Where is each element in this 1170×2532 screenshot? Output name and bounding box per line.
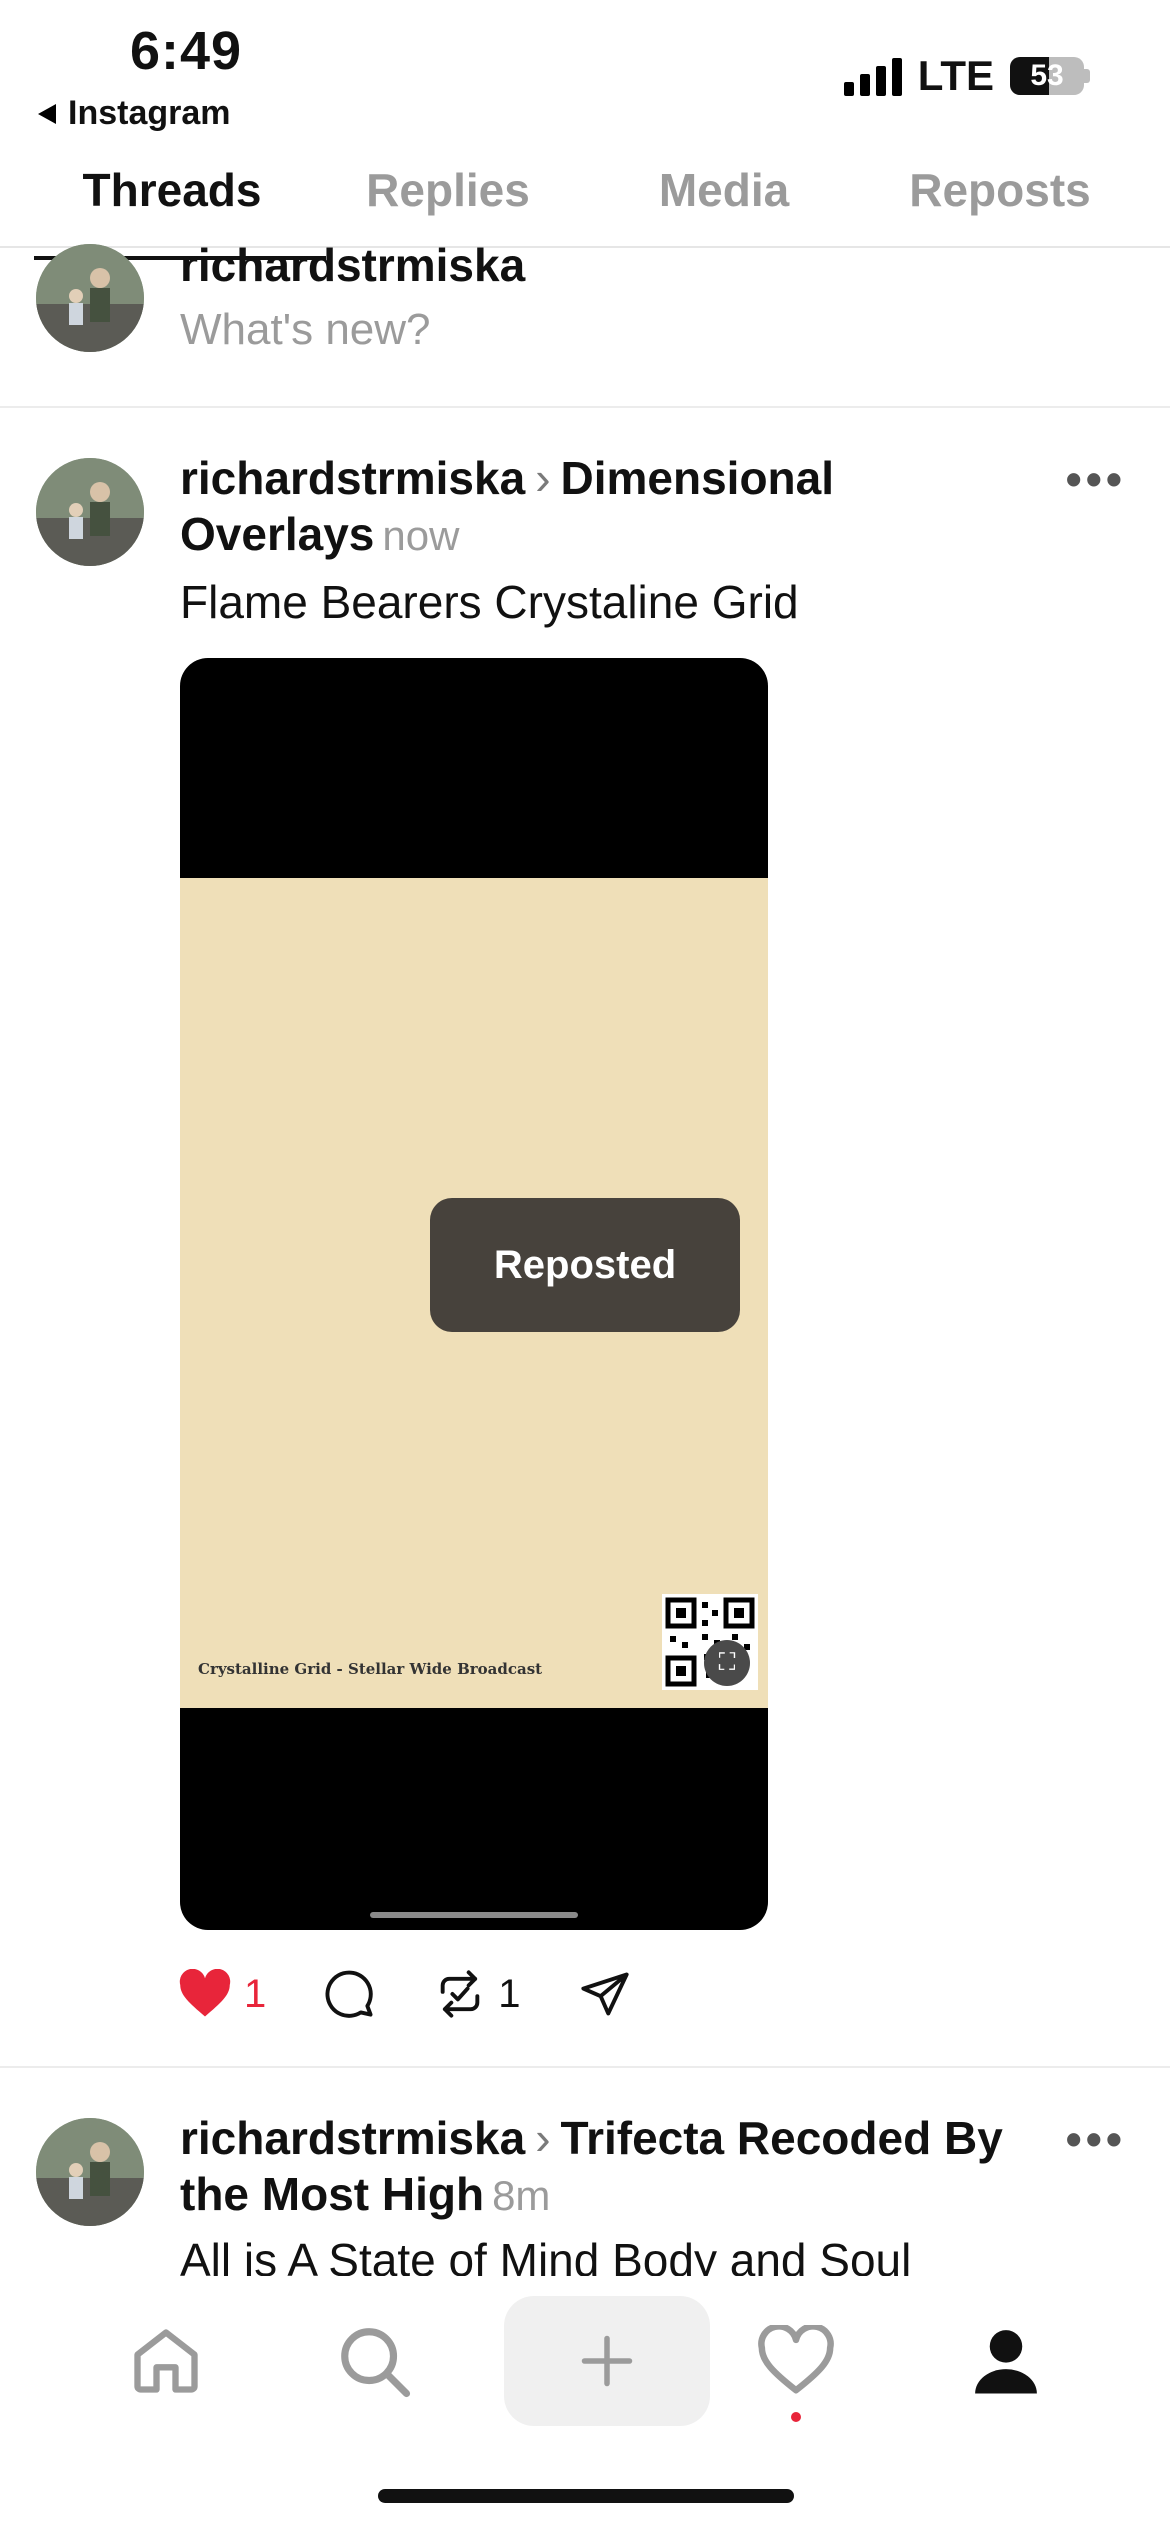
reposted-toast: Reposted	[430, 1198, 740, 1332]
more-options-icon[interactable]: •••	[1066, 452, 1126, 506]
post-actions: 1 1	[178, 1968, 689, 2020]
avatar-photo	[36, 244, 144, 352]
like-count: 1	[244, 1971, 267, 2016]
share-button[interactable]	[579, 1968, 631, 2020]
home-icon	[134, 2329, 198, 2393]
post-text: Flame Bearers Crystaline Grid	[180, 576, 799, 628]
comment-bubble-icon	[325, 1970, 373, 2018]
back-app-label: Instagram	[68, 94, 231, 132]
create-plus-icon	[581, 2335, 633, 2387]
profile-tabs: Threads Replies Media Reposts	[0, 150, 1170, 260]
tab-home[interactable]	[96, 2296, 236, 2426]
profile-icon	[975, 2330, 1037, 2394]
heart-filled-icon	[179, 1969, 231, 2017]
back-to-app-link[interactable]: Instagram	[36, 94, 231, 133]
repost-count: 1	[498, 1971, 521, 2016]
bottom-tab-bar	[0, 2296, 1170, 2426]
more-options-icon[interactable]: •••	[1066, 2112, 1126, 2166]
signal-icon	[843, 56, 902, 96]
composer-input[interactable]: What's new?	[180, 305, 431, 355]
tab-media[interactable]: Media	[586, 150, 862, 246]
network-type: LTE	[917, 52, 994, 99]
battery-nub	[1084, 69, 1090, 83]
comment-button[interactable]	[324, 1968, 376, 2020]
avatar[interactable]	[36, 244, 144, 352]
home-indicator[interactable]	[378, 2489, 794, 2503]
activity-heart-icon	[758, 2325, 834, 2394]
battery-icon: 53	[1010, 57, 1084, 95]
status-indicators: LTE 53	[843, 52, 1090, 100]
chevron-right-icon: ›	[535, 452, 551, 504]
post-time: now	[382, 512, 460, 559]
post-header: richardstrmiska › Dimensional Overlays now	[180, 450, 1020, 564]
video-scrubber[interactable]	[370, 1912, 578, 1918]
send-icon	[580, 1972, 629, 2016]
composer-username: richardstrmiska	[180, 239, 526, 291]
post-avatar[interactable]	[36, 458, 144, 566]
status-time: 6:49	[130, 21, 243, 81]
repost-button[interactable]: 1	[434, 1968, 521, 2020]
tab-search[interactable]	[304, 2296, 444, 2426]
post-username[interactable]: richardstrmiska	[180, 452, 525, 504]
post-header: richardstrmiska › Trifecta Recoded By the …	[180, 2110, 1020, 2224]
tab-reposts[interactable]: Reposts	[862, 150, 1138, 246]
tab-profile[interactable]	[936, 2296, 1076, 2426]
avatar-photo	[36, 2118, 144, 2226]
back-triangle-icon	[38, 103, 56, 124]
tab-replies[interactable]: Replies	[310, 150, 586, 246]
like-button[interactable]: 1	[178, 1969, 266, 2019]
tab-threads[interactable]: Threads	[34, 150, 326, 260]
post-text: All is A State of Mind Body and Soul	[180, 2234, 912, 2276]
activity-notification-dot	[791, 2412, 801, 2422]
avatar-photo	[36, 458, 144, 566]
media-caption: Crystalline Grid - Stellar Wide Broadcas…	[198, 1660, 543, 1678]
repost-check-icon	[440, 1970, 480, 2018]
chevron-right-icon: ›	[535, 2112, 551, 2164]
divider	[0, 2066, 1170, 2068]
scan-text-icon[interactable]: ⛶	[704, 1640, 750, 1686]
tab-activity[interactable]	[726, 2296, 866, 2426]
post-time: 8m	[492, 2172, 551, 2219]
search-icon	[341, 2328, 411, 2398]
battery-level: 53	[1030, 59, 1064, 92]
tab-create[interactable]	[504, 2296, 710, 2426]
post-avatar[interactable]	[36, 2118, 144, 2226]
divider	[0, 406, 1170, 408]
post-username[interactable]: richardstrmiska	[180, 2112, 525, 2164]
